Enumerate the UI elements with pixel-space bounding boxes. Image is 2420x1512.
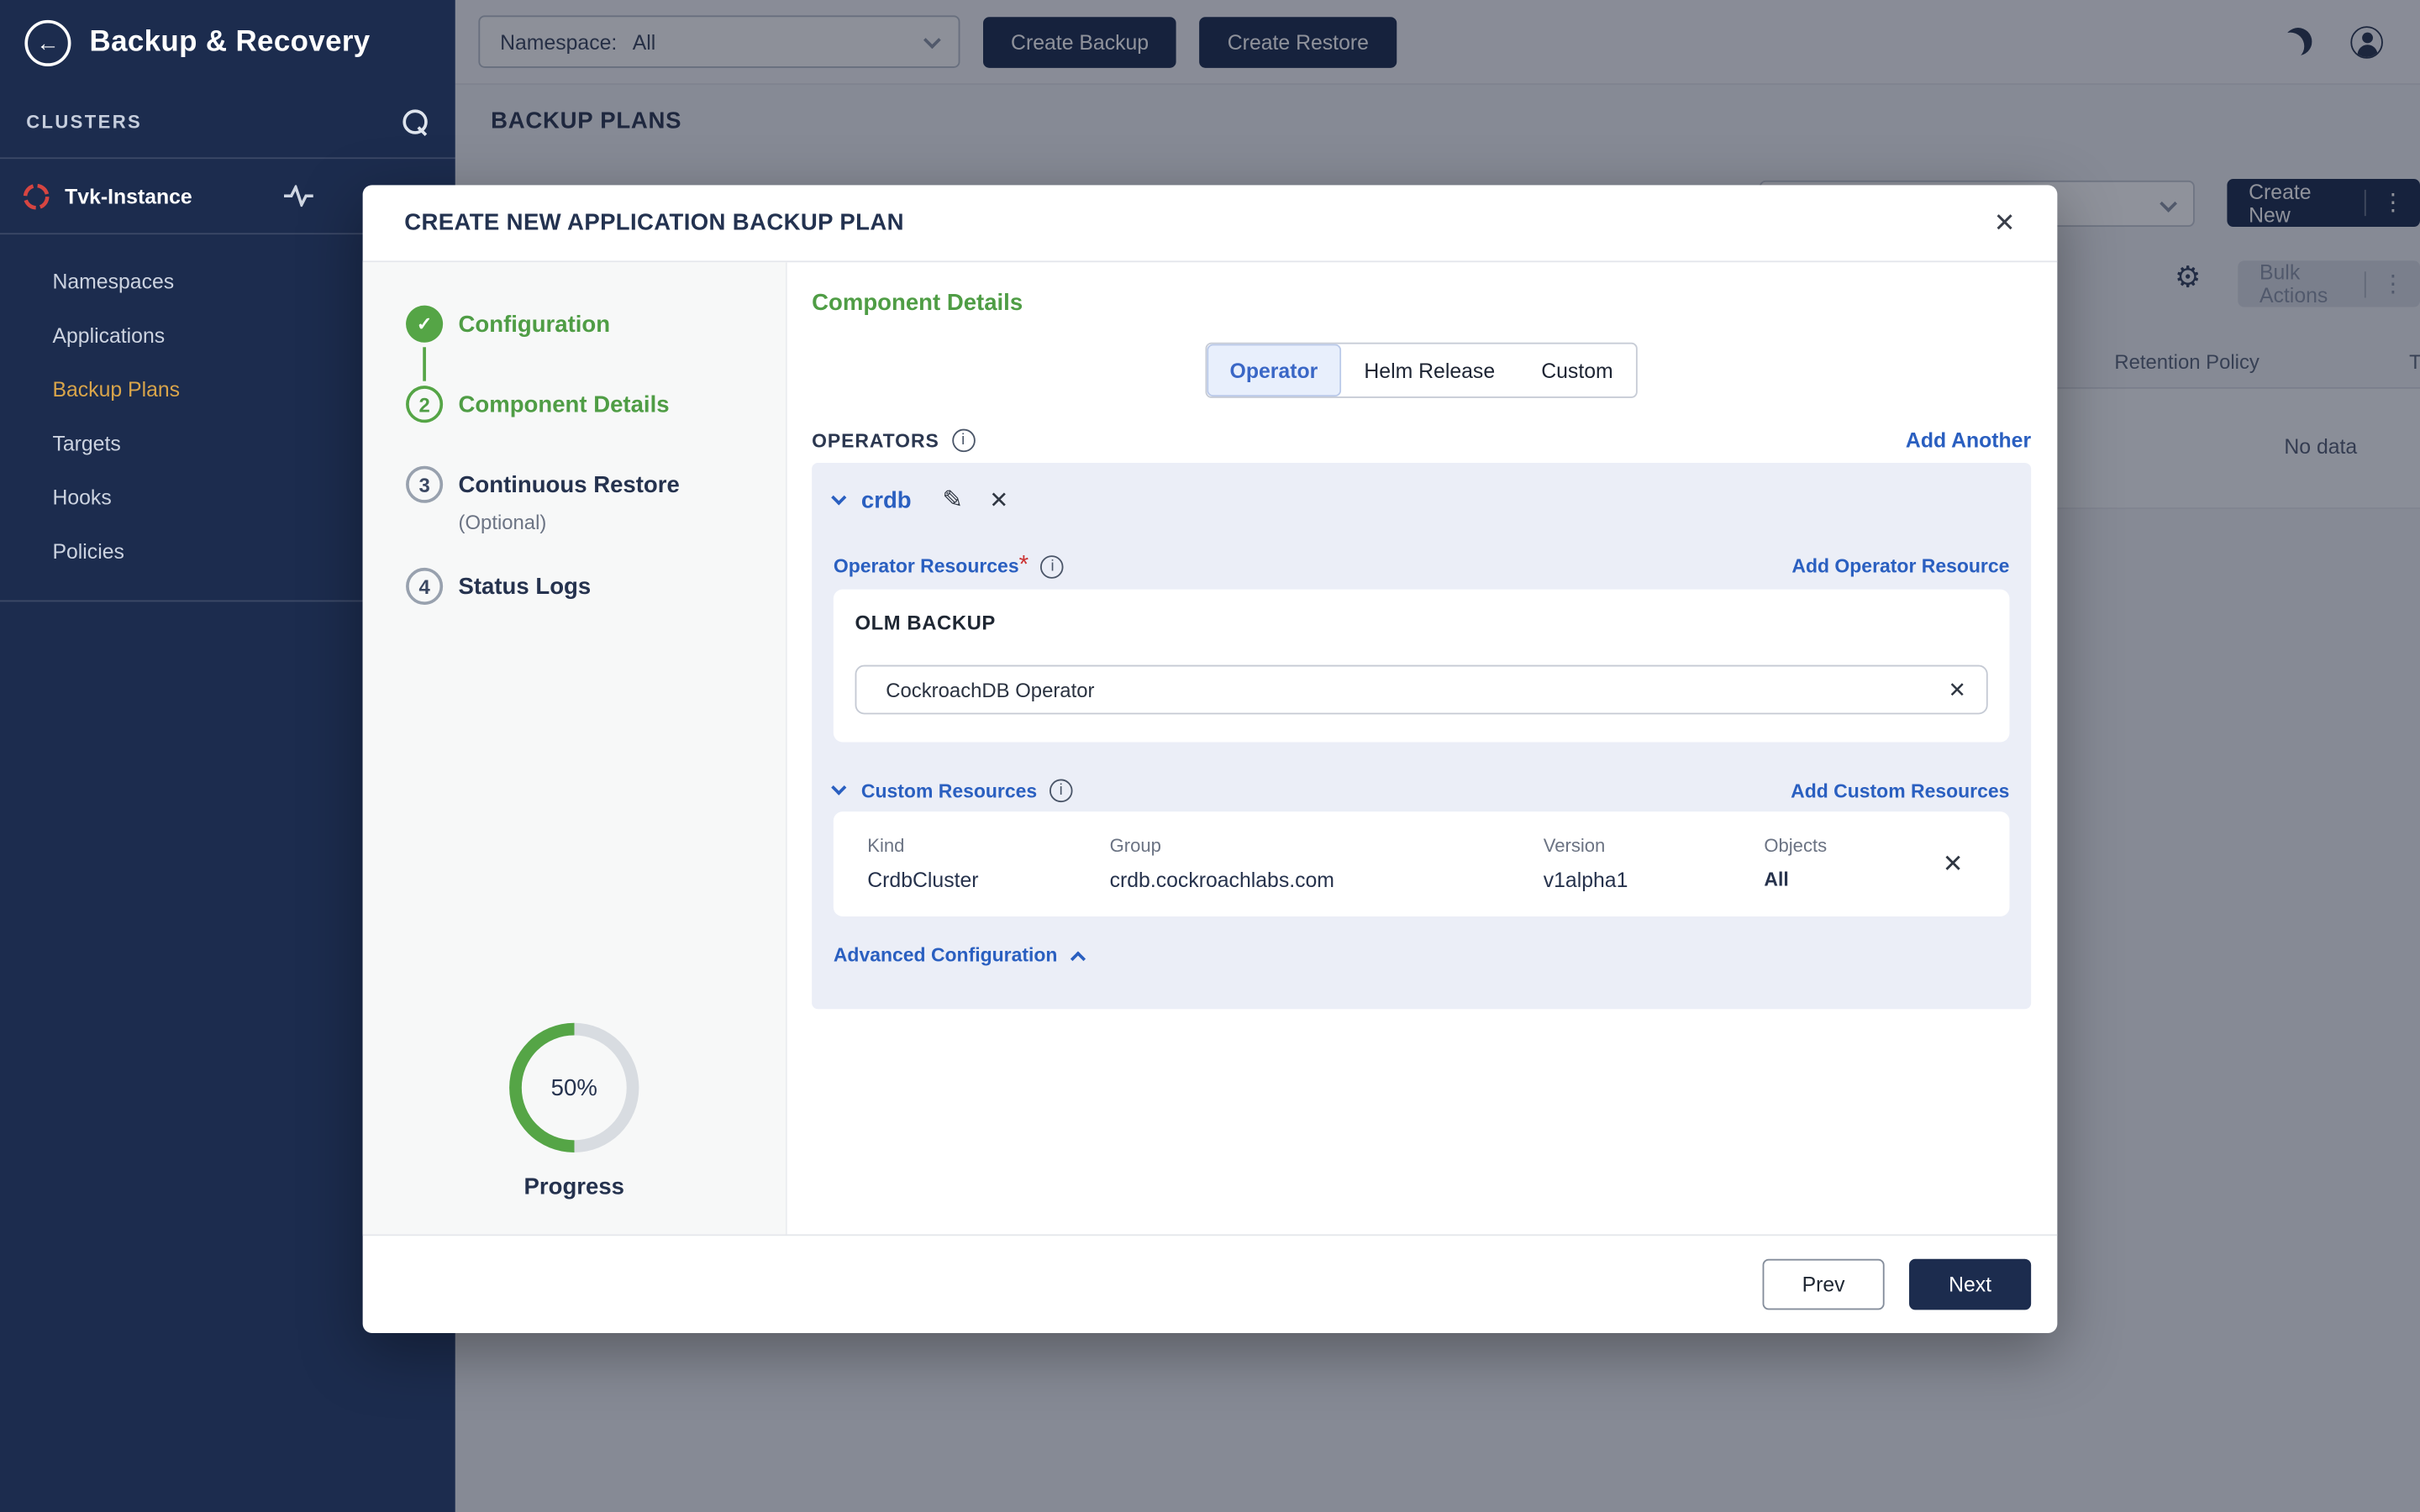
operators-label: OPERATORS [812,430,939,452]
cluster-name: Tvk-Instance [65,184,192,207]
group-label: Group [1110,835,1544,857]
step-label: Configuration [459,311,611,337]
edit-pencil-icon[interactable]: ✎ [942,485,963,516]
app-screen: ← Backup & Recovery CLUSTERS Tvk-Instanc… [0,0,2420,1512]
close-icon[interactable]: ✕ [1994,207,2016,239]
step-status-logs[interactable]: 4 Status Logs [363,568,786,605]
step-configuration[interactable]: ✓ Configuration [363,306,786,343]
section-title: Component Details [812,290,2031,316]
version-column: Version v1alpha1 [1544,835,1765,892]
component-type-tabs: Operator Helm Release Custom [1205,343,1638,398]
search-icon[interactable] [402,108,429,134]
objects-value-link[interactable]: All [1764,869,1902,890]
progress-indicator: 50% Progress [363,1023,786,1200]
custom-resource-card: Kind CrdbCluster Group crdb.cockroachlab… [834,811,2010,916]
operator-resources-row: Operator Resources * i Add Operator Reso… [834,553,2010,580]
chevron-up-icon [1071,951,1086,966]
clusters-label: CLUSTERS [26,111,142,133]
add-another-link[interactable]: Add Another [1906,429,2031,453]
step-label: Component Details [459,391,670,417]
wizard-stepper: ✓ Configuration 2 Component Details 3 Co… [363,262,787,1234]
tab-custom[interactable]: Custom [1518,344,1637,396]
operator-resources-label: Operator Resources [834,555,1019,577]
next-button[interactable]: Next [1909,1259,2031,1310]
info-icon[interactable]: i [1041,554,1065,578]
progress-percent: 50% [522,1035,627,1140]
add-custom-resources-link[interactable]: Add Custom Resources [1791,780,2009,801]
step-number: 3 [406,466,443,503]
sidebar-header: ← Backup & Recovery [0,0,455,87]
operator-panel-header: crdb ✎ ✕ [834,485,2010,516]
operators-row: OPERATORS i Add Another [812,429,2031,453]
group-value: crdb.cockroachlabs.com [1110,869,1544,892]
clear-field-icon[interactable]: ✕ [1948,676,1966,702]
olm-backup-label: OLM BACKUP [855,611,1988,634]
back-icon[interactable]: ← [24,20,71,66]
required-asterisk: * [1019,553,1028,580]
remove-resource-icon[interactable]: ✕ [1943,848,1964,879]
clusters-section-header: CLUSTERS [0,87,455,159]
activity-icon[interactable] [284,185,313,207]
step-check-icon: ✓ [406,306,443,343]
objects-label: Objects [1764,835,1902,857]
step-optional-note: (Optional) [363,511,786,534]
create-backup-plan-modal: CREATE NEW APPLICATION BACKUP PLAN ✕ ✓ C… [363,185,2058,1333]
modal-footer: Prev Next [363,1234,2058,1333]
kind-value: CrdbCluster [867,869,1109,892]
info-icon[interactable]: i [1050,780,1073,803]
olm-backup-card: OLM BACKUP CockroachDB Operator ✕ [834,590,2010,743]
modal-title: CREATE NEW APPLICATION BACKUP PLAN [404,210,904,236]
custom-resources-label: Custom Resources [861,780,1037,801]
step-continuous-restore[interactable]: 3 Continuous Restore [363,466,786,503]
tab-helm-release[interactable]: Helm Release [1341,344,1518,396]
custom-resources-row: Custom Resources i Add Custom Resources [834,780,2010,803]
modal-header: CREATE NEW APPLICATION BACKUP PLAN ✕ [363,185,2058,262]
modal-content: Component Details Operator Helm Release … [787,262,2058,1234]
step-connector [423,347,426,381]
kind-column: Kind CrdbCluster [867,835,1109,892]
objects-column: Objects All [1764,835,1902,890]
info-icon[interactable]: i [951,429,975,453]
prev-button[interactable]: Prev [1763,1259,1885,1310]
step-label: Continuous Restore [459,471,680,497]
operator-resource-field[interactable]: CockroachDB Operator ✕ [855,665,1988,715]
version-value: v1alpha1 [1544,869,1765,892]
modal-body: ✓ Configuration 2 Component Details 3 Co… [363,262,2058,1234]
advanced-configuration-label: Advanced Configuration [834,944,1058,966]
chevron-down-icon[interactable] [831,489,846,504]
version-label: Version [1544,835,1765,857]
kind-label: Kind [867,835,1109,857]
group-column: Group crdb.cockroachlabs.com [1110,835,1544,892]
add-operator-resource-link[interactable]: Add Operator Resource [1791,555,2009,577]
tab-operator[interactable]: Operator [1207,344,1341,396]
step-number: 4 [406,568,443,605]
operator-resource-value: CockroachDB Operator [886,678,1094,701]
step-number: 2 [406,386,443,423]
advanced-configuration-row[interactable]: Advanced Configuration [834,944,2010,966]
chevron-down-icon[interactable] [831,780,846,795]
tvk-logo-icon [22,181,51,211]
app-title: Backup & Recovery [90,26,371,60]
step-label: Status Logs [459,573,592,599]
operator-panel: crdb ✎ ✕ Operator Resources * i Add Oper… [812,463,2031,1009]
step-component-details[interactable]: 2 Component Details [363,386,786,423]
remove-operator-icon[interactable]: ✕ [989,486,1008,514]
progress-ring: 50% [509,1023,639,1152]
operator-name: crdb [861,486,912,512]
progress-label: Progress [524,1174,624,1200]
